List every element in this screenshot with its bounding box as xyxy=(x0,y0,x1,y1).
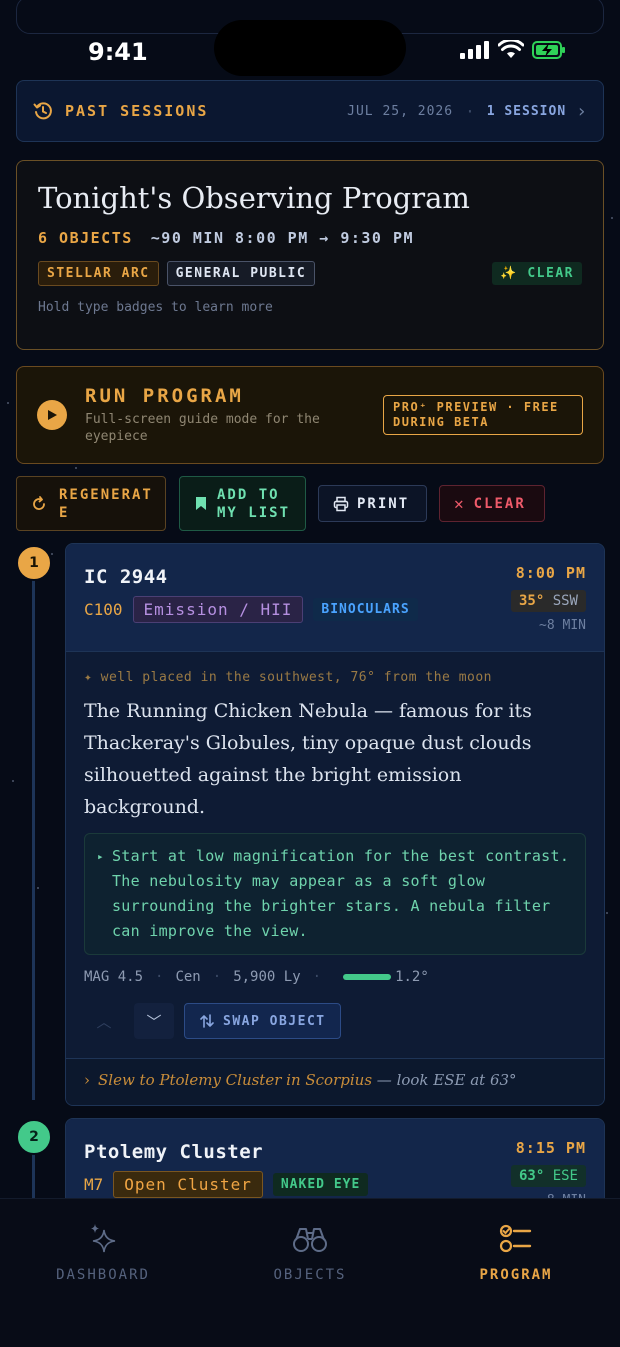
object-type-badge[interactable]: Emission / HII xyxy=(132,596,304,623)
object-description: The Running Chicken Nebula — famous for … xyxy=(84,700,532,818)
timeline-line xyxy=(32,570,35,1100)
add-to-list-label: ADD TO MY LIST xyxy=(217,486,291,521)
altitude-badge: 35° SSW xyxy=(510,590,586,612)
arc-badge[interactable]: STELLAR ARC xyxy=(38,261,159,286)
add-to-list-button[interactable]: ADD TO MY LIST xyxy=(179,476,306,531)
binoculars-icon xyxy=(293,1228,327,1252)
object-duration: ~8 MIN xyxy=(539,618,586,633)
tab-bar: DASHBOARD OBJECTS PROGRAM xyxy=(0,1198,620,1347)
move-up-button[interactable]: ︿ xyxy=(84,1003,124,1039)
print-button[interactable]: PRINT xyxy=(318,485,427,522)
tab-objects-label: OBJECTS xyxy=(273,1267,347,1283)
refresh-icon xyxy=(33,495,45,510)
direction-value: ESE xyxy=(552,1168,578,1184)
wifi-icon xyxy=(498,40,524,58)
size-bar xyxy=(343,974,392,980)
altitude-value: 63° xyxy=(518,1168,545,1184)
sparkles-icon: ✨ xyxy=(500,266,519,281)
step-marker: 1 xyxy=(16,545,52,581)
printer-icon xyxy=(333,496,349,511)
program-window: 8:00 PM → 9:30 PM xyxy=(235,229,415,247)
tab-program[interactable]: PROGRAM xyxy=(436,1221,596,1283)
tip-text: Start at low magnification for the best … xyxy=(111,847,570,940)
slew-instruction: › Slew to Ptolemy Cluster in Scorpius — l… xyxy=(66,1058,604,1105)
regenerate-button[interactable]: REGENERAT E xyxy=(16,476,166,531)
observing-tip: ▸ Start at low magnification for the bes… xyxy=(84,833,586,955)
object-time: 8:15 PM xyxy=(515,1139,586,1157)
clock: 9:41 xyxy=(88,38,148,66)
catalog-id: C100 xyxy=(84,600,123,619)
program-summary-card: Tonight's Observing Program 6 OBJECTS ~9… xyxy=(16,160,604,350)
caret-right-icon: ▸ xyxy=(97,850,104,863)
play-icon xyxy=(37,400,67,430)
sky-condition-badge: ✨ CLEAR xyxy=(492,262,582,285)
checklist-icon xyxy=(499,1224,532,1253)
program-duration: ~90 MIN xyxy=(150,229,225,247)
object-time: 8:00 PM xyxy=(515,564,586,582)
status-bar: 9:41 xyxy=(0,20,620,76)
altitude-value: 35° xyxy=(518,593,545,609)
slew-direction: — look ESE at 63° xyxy=(376,1071,517,1089)
timeline-line xyxy=(32,1154,35,1198)
session-date: JUL 25, 2026 xyxy=(347,103,454,119)
chevron-right-icon: › xyxy=(576,100,587,122)
chevron-down-icon: ﹀ xyxy=(146,1012,162,1031)
move-down-button[interactable]: ﹀ xyxy=(134,1003,174,1039)
swap-object-label: SWAP OBJECT xyxy=(223,1013,326,1029)
tab-dashboard-label: DASHBOARD xyxy=(56,1267,150,1283)
apparent-size: 1.2° xyxy=(395,969,429,985)
clear-button[interactable]: ✕ CLEAR xyxy=(439,485,545,522)
print-label: PRINT xyxy=(357,495,410,512)
badge-hint: Hold type badges to learn more xyxy=(38,300,273,315)
step-marker: 2 xyxy=(16,1119,52,1155)
battery-charging-icon xyxy=(532,40,565,59)
direction-value: SSW xyxy=(552,593,578,609)
tab-program-label: PROGRAM xyxy=(479,1267,553,1283)
placement-note: ✦ well placed in the southwest, 76° from… xyxy=(84,670,493,685)
past-sessions-label: PAST SESSIONS xyxy=(65,102,209,120)
run-program-subtitle: Full-screen guide mode for the eyepiece xyxy=(85,412,320,444)
swap-object-button[interactable]: SWAP OBJECT xyxy=(184,1003,341,1039)
slew-target: Slew to Ptolemy Cluster in Scorpius xyxy=(98,1071,373,1089)
bookmark-icon xyxy=(196,497,206,510)
dynamic-island xyxy=(214,20,406,76)
signal-icon xyxy=(460,40,489,59)
object-card-header: IC 2944 C100 Emission / HII BINOCULARS 8… xyxy=(66,544,604,652)
session-count: 1 SESSION xyxy=(486,103,567,119)
clear-label: CLEAR xyxy=(473,495,526,512)
regenerate-label: REGENERAT E xyxy=(59,486,153,521)
close-icon: ✕ xyxy=(454,494,466,513)
magnitude: MAG 4.5 xyxy=(84,969,144,985)
tab-dashboard[interactable]: DASHBOARD xyxy=(23,1221,183,1283)
object-type-badge[interactable]: Open Cluster xyxy=(113,1171,263,1198)
program-title: Tonight's Observing Program xyxy=(38,181,470,215)
object-count: 6 OBJECTS xyxy=(38,229,133,247)
visibility-badge[interactable]: BINOCULARS xyxy=(313,598,418,621)
past-sessions-bar[interactable]: PAST SESSIONS JUL 25, 2026 · 1 SESSION › xyxy=(16,80,604,142)
object-stats: MAG 4.5 · Cen · 5,900 Ly · 1.2° xyxy=(84,969,429,985)
object-card[interactable]: IC 2944 C100 Emission / HII BINOCULARS 8… xyxy=(65,543,605,1106)
run-program-button[interactable]: RUN PROGRAM Full-screen guide mode for t… xyxy=(16,366,604,464)
separator-dot: · xyxy=(465,101,475,121)
sparkle-icon xyxy=(91,1224,116,1253)
tab-objects[interactable]: OBJECTS xyxy=(230,1221,390,1283)
program-meta: 6 OBJECTS ~90 MIN 8:00 PM → 9:30 PM xyxy=(38,229,582,247)
constellation: Cen xyxy=(175,969,201,985)
audience-badge[interactable]: GENERAL PUBLIC xyxy=(166,261,316,286)
distance: 5,900 Ly xyxy=(233,969,301,985)
catalog-id: M7 xyxy=(84,1175,104,1194)
visibility-badge[interactable]: NAKED EYE xyxy=(272,1173,369,1196)
history-icon xyxy=(33,102,52,120)
pro-preview-badge: PRO⁺ PREVIEW · FREE DURING BETA xyxy=(383,395,583,435)
swap-icon xyxy=(200,1014,214,1028)
sky-condition-label: CLEAR xyxy=(527,266,574,281)
altitude-badge: 63° ESE xyxy=(510,1165,586,1187)
run-program-title: RUN PROGRAM xyxy=(85,385,244,407)
chevron-up-icon: ︿ xyxy=(96,1012,112,1031)
chevron-right-icon: › xyxy=(84,1071,90,1089)
